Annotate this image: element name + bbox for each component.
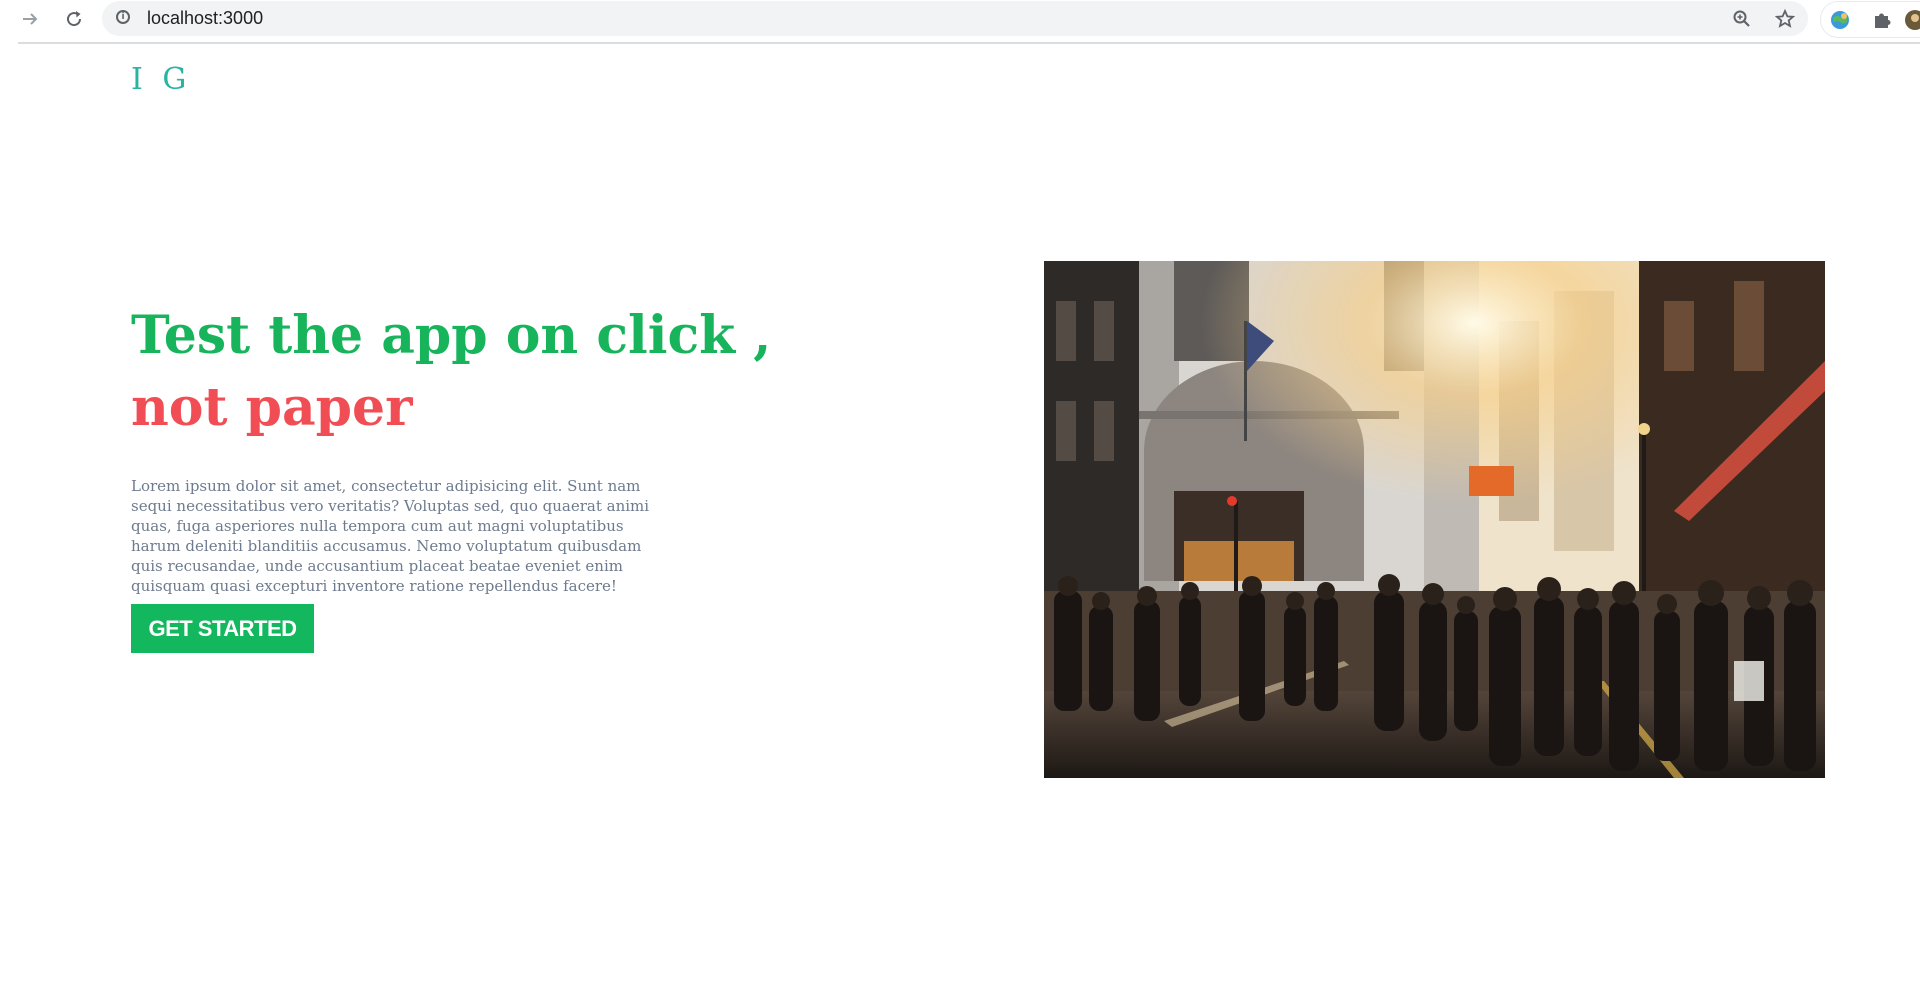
hero-headline: Test the app on click , not paper — [131, 300, 771, 444]
url-text[interactable]: localhost:3000 — [147, 8, 263, 29]
avatar[interactable] — [1901, 6, 1920, 34]
headline-line-primary: Test the app on click , — [131, 305, 772, 366]
info-icon[interactable]: i — [116, 10, 130, 24]
address-bar[interactable]: i localhost:3000 — [102, 1, 1808, 36]
logo[interactable]: I G — [131, 62, 191, 97]
browser-toolbar: i localhost:3000 — [0, 0, 1920, 44]
toolbar-divider — [18, 42, 1920, 44]
headline-line-accent: not paper — [131, 377, 413, 438]
reload-icon[interactable] — [58, 3, 90, 35]
get-started-button[interactable]: GET STARTED — [131, 604, 314, 653]
arrow-right-icon[interactable] — [14, 3, 46, 35]
zoom-in-icon[interactable] — [1728, 5, 1756, 33]
extensions-area — [1820, 1, 1920, 38]
star-icon[interactable] — [1771, 5, 1799, 33]
hero-description: Lorem ipsum dolor sit amet, consectetur … — [131, 477, 650, 595]
extension-icon[interactable] — [1826, 6, 1854, 34]
hero-image — [1044, 261, 1825, 778]
puzzle-icon[interactable] — [1868, 6, 1896, 34]
